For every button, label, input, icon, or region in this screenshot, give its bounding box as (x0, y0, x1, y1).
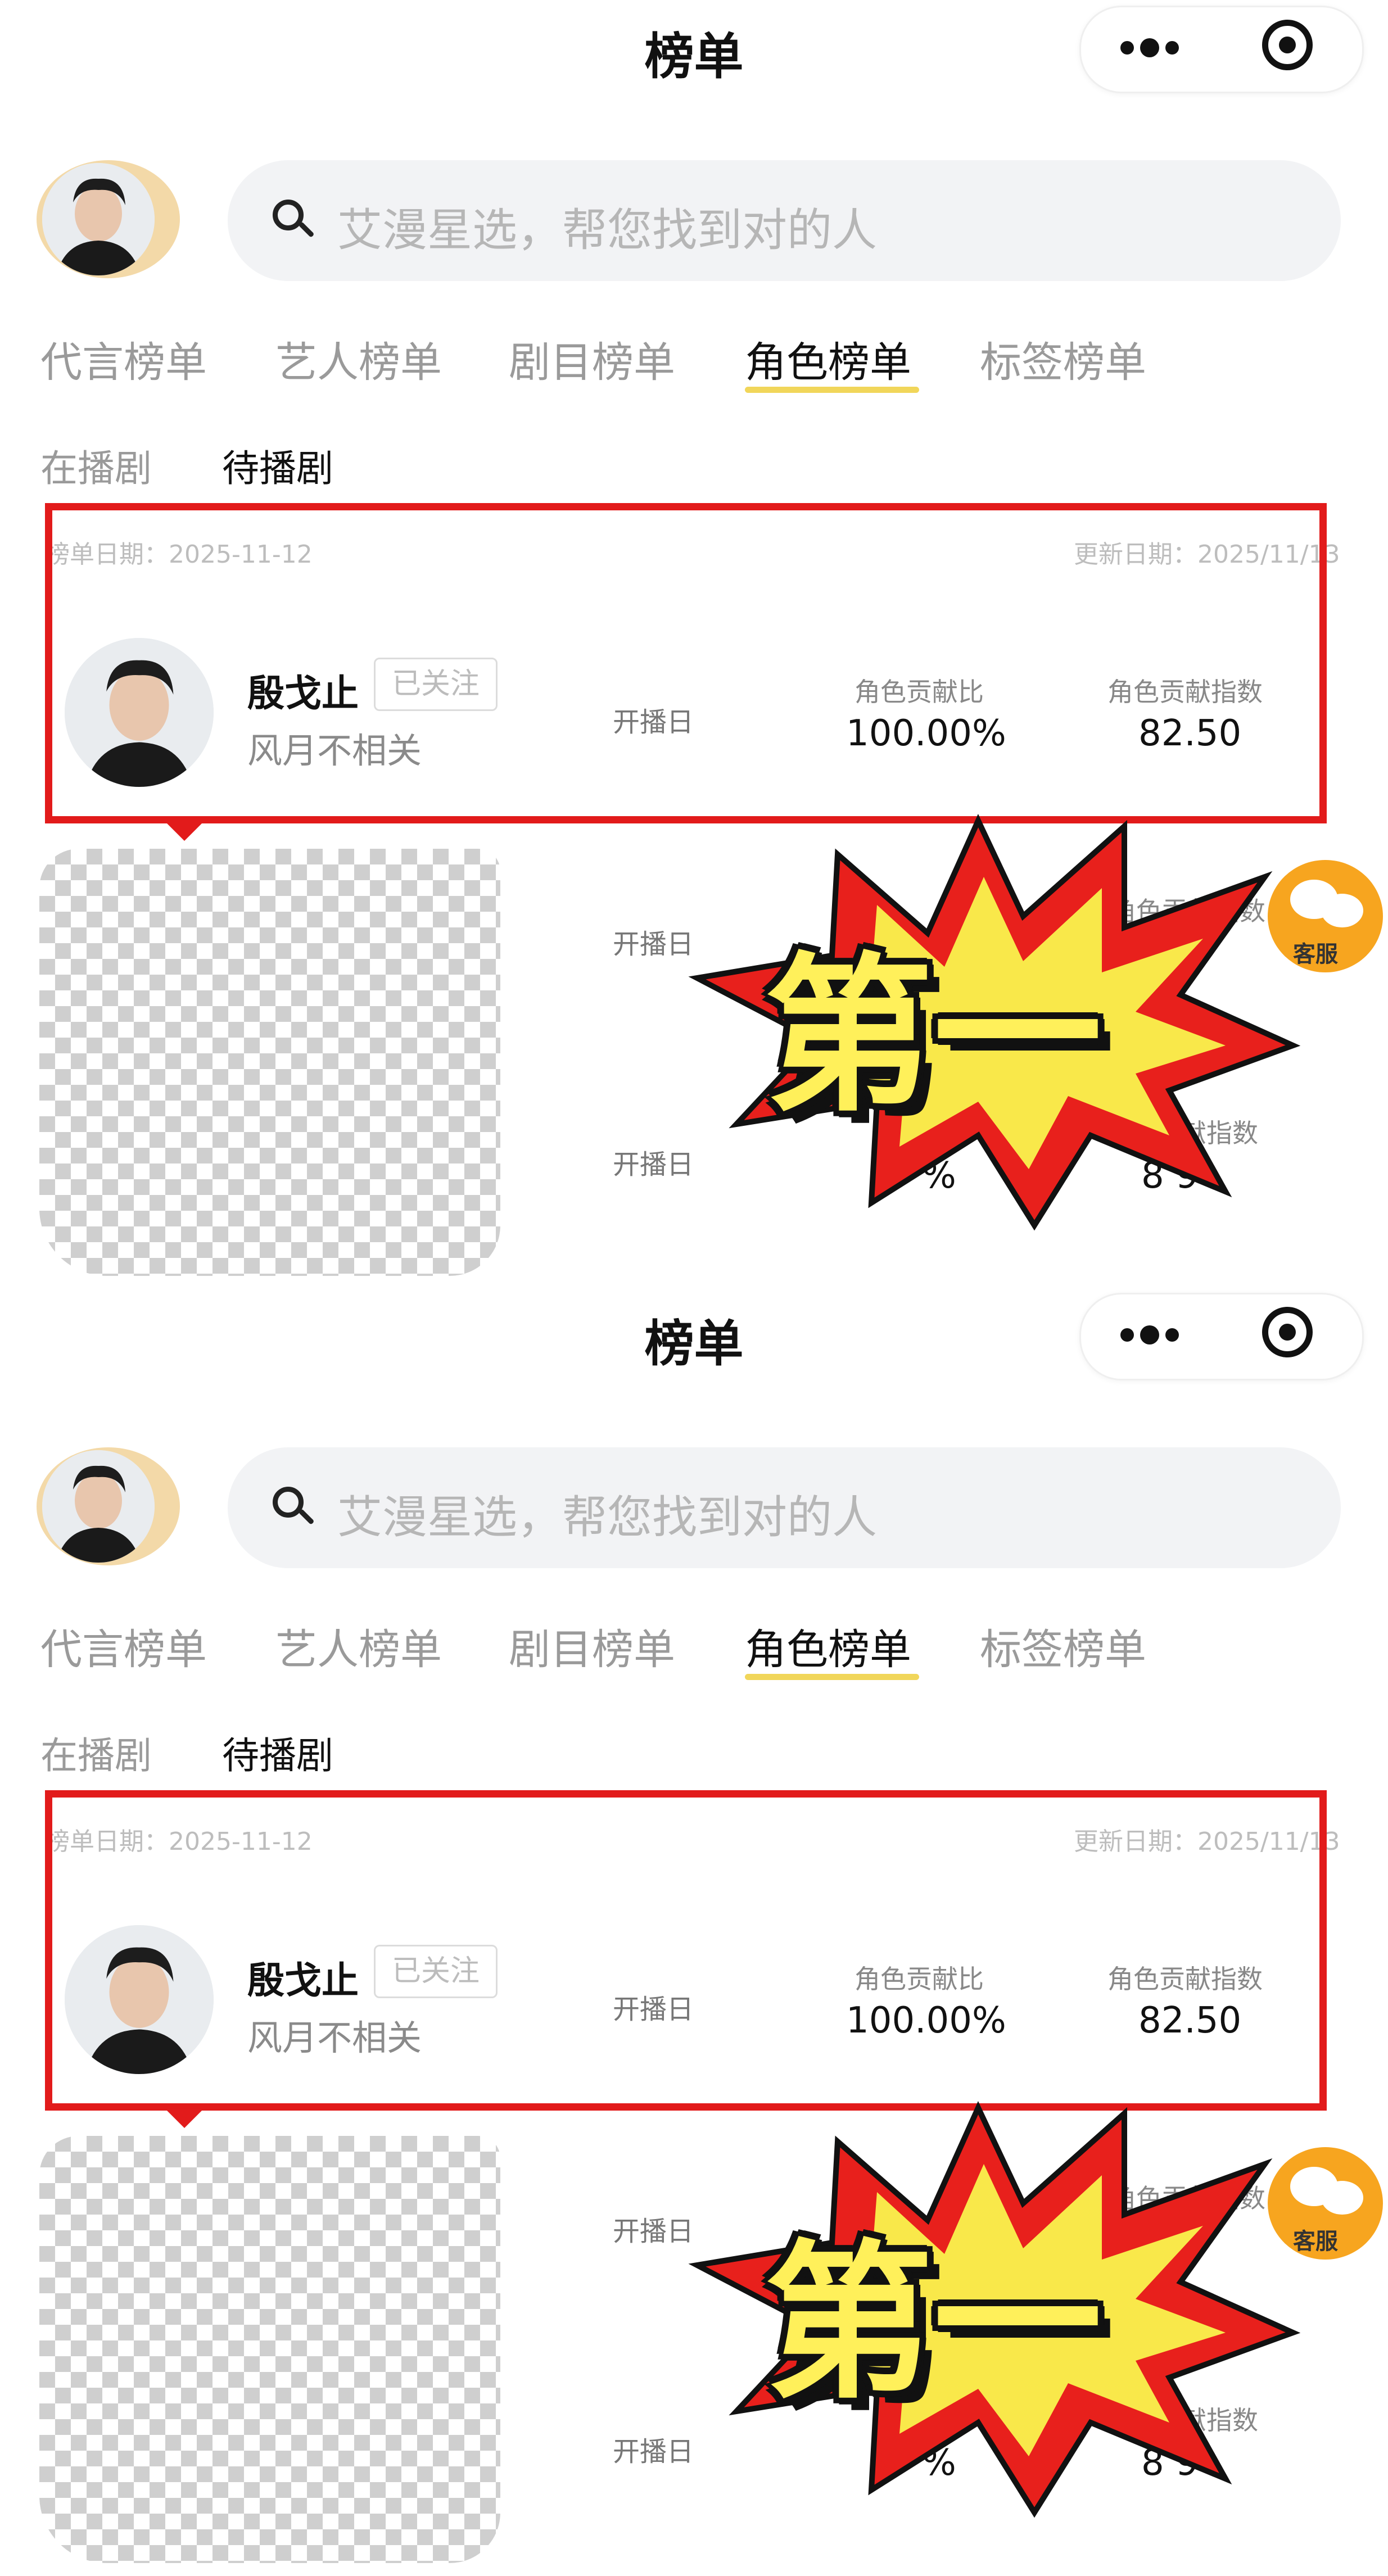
search-icon (273, 200, 304, 230)
user-avatar[interactable] (42, 1450, 155, 1563)
subtab-upcoming[interactable]: 待播剧 (222, 438, 333, 492)
close-target-icon[interactable] (1262, 1307, 1313, 1357)
user-avatar[interactable] (42, 163, 155, 275)
subtab-airing[interactable]: 在播剧 (40, 1726, 152, 1780)
more-icon[interactable] (1116, 1321, 1183, 1349)
obscured-rows (39, 2136, 500, 2563)
tab-artist[interactable]: 艺人榜单 (275, 1616, 442, 1676)
highlight-box (45, 1790, 1327, 2111)
highlight-pointer (163, 820, 206, 841)
highlight-pointer (163, 2107, 206, 2128)
tab-role[interactable]: 角色榜单 (745, 1616, 911, 1676)
active-tab-indicator (745, 387, 919, 393)
tab-artist[interactable]: 艺人榜单 (275, 329, 442, 389)
tab-endorsement[interactable]: 代言榜单 (40, 329, 207, 389)
subtab-upcoming[interactable]: 待播剧 (222, 1726, 333, 1780)
search-placeholder[interactable]: 艾漫星选，帮您找到对的人 (337, 1481, 877, 1546)
subtab-airing[interactable]: 在播剧 (40, 438, 152, 492)
close-target-icon[interactable] (1262, 20, 1313, 70)
tab-role[interactable]: 角色榜单 (745, 329, 911, 389)
obscured-rows (39, 849, 500, 1276)
customer-service-label[interactable]: 客服 (1293, 936, 1338, 968)
tab-drama[interactable]: 剧目榜单 (509, 1616, 675, 1676)
tab-tag[interactable]: 标签榜单 (980, 1616, 1146, 1676)
sticker-text: 第一 (765, 2225, 1102, 2421)
ranking-screen-top: 榜单 艾漫星选，帮您找到对的人 代言榜单 艺人榜单 剧目榜单 角色榜单 标签榜单… (0, 0, 1388, 1287)
tab-tag[interactable]: 标签榜单 (980, 329, 1146, 389)
highlight-box (45, 503, 1327, 823)
ranking-screen-bottom: 榜单 艾漫星选，帮您找到对的人 代言榜单 艺人榜单 剧目榜单 角色榜单 标签榜单… (0, 1287, 1388, 2574)
tab-drama[interactable]: 剧目榜单 (509, 329, 675, 389)
search-placeholder[interactable]: 艾漫星选，帮您找到对的人 (337, 194, 877, 259)
search-icon (273, 1487, 304, 1518)
more-icon[interactable] (1116, 34, 1183, 62)
customer-service-label[interactable]: 客服 (1293, 2223, 1338, 2256)
sticker-text: 第一 (765, 938, 1102, 1134)
tab-endorsement[interactable]: 代言榜单 (40, 1616, 207, 1676)
active-tab-indicator (745, 1674, 919, 1680)
